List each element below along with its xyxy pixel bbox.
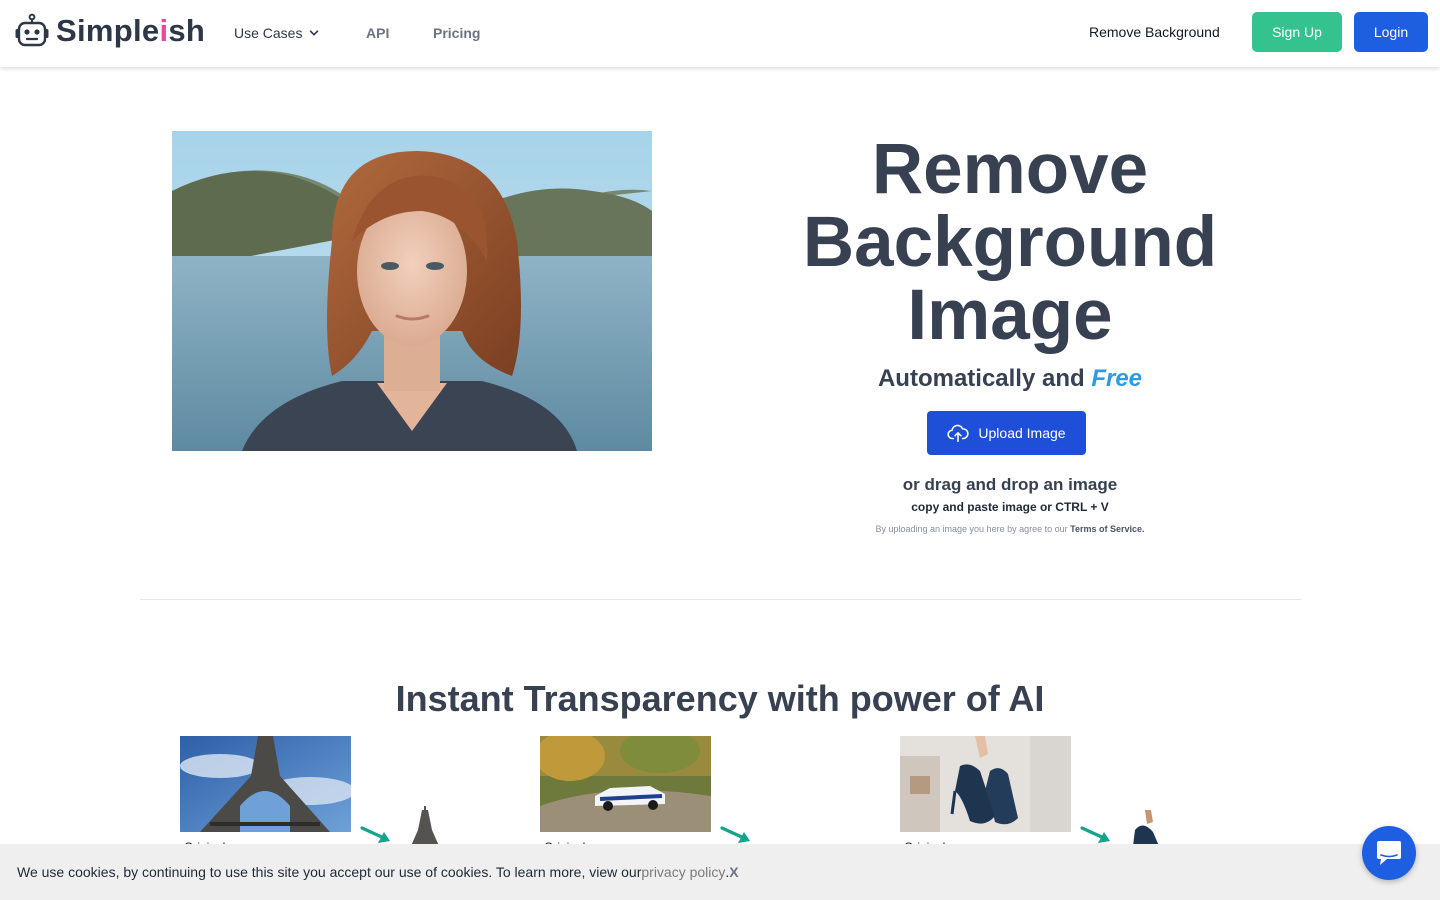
free-highlight: Free bbox=[1091, 365, 1143, 392]
arrow-right-icon bbox=[1080, 826, 1110, 843]
example-eiffel-result-image bbox=[411, 806, 439, 846]
upload-image-button[interactable]: Upload Image bbox=[927, 411, 1086, 455]
cookie-close-button[interactable]: X bbox=[729, 864, 738, 880]
chat-widget-button[interactable] bbox=[1362, 826, 1416, 880]
hero-title: Remove Background Image bbox=[802, 130, 1218, 355]
terms-of-service-link[interactable]: Terms of Service. bbox=[1070, 524, 1144, 534]
chevron-down-icon bbox=[310, 30, 319, 36]
cookie-text: We use cookies, by continuing to use thi… bbox=[17, 864, 642, 880]
drag-drop-text: or drag and drop an image bbox=[902, 475, 1118, 494]
cloud-upload-icon bbox=[947, 424, 970, 443]
example-eiffel-original-image bbox=[180, 736, 351, 832]
top-navbar: Simpleish Use Cases API Pricing Remove B… bbox=[0, 0, 1440, 67]
terms-notice: By uploading an image you here by agree … bbox=[875, 524, 1145, 534]
login-button[interactable]: Login bbox=[1354, 12, 1428, 52]
nav-use-cases-dropdown[interactable]: Use Cases bbox=[234, 25, 320, 41]
example-shoes-original-image bbox=[900, 736, 1071, 832]
sign-up-button[interactable]: Sign Up bbox=[1252, 12, 1342, 52]
hero-sample-photo bbox=[172, 131, 652, 451]
nav-remove-background-link[interactable]: Remove Background bbox=[1089, 24, 1220, 40]
arrow-right-icon bbox=[360, 826, 390, 843]
example-shoes-result-image bbox=[1133, 810, 1159, 846]
example-car-original-image bbox=[540, 736, 711, 832]
nav-use-cases-label: Use Cases bbox=[234, 25, 303, 41]
hero-subtitle: Automatically and Free bbox=[877, 365, 1143, 392]
nav-pricing-link[interactable]: Pricing bbox=[433, 25, 480, 41]
section-divider bbox=[140, 599, 1301, 600]
privacy-policy-link[interactable]: privacy policy bbox=[641, 864, 725, 880]
cookie-banner: We use cookies, by continuing to use thi… bbox=[0, 844, 1440, 900]
nav-api-link[interactable]: API bbox=[366, 25, 389, 41]
robot-logo-icon bbox=[15, 13, 49, 47]
section-title: Instant Transparency with power of AI bbox=[395, 678, 1045, 719]
paste-hint-text: copy and paste image or CTRL + V bbox=[911, 500, 1109, 514]
arrow-right-icon bbox=[720, 826, 750, 843]
upload-image-label: Upload Image bbox=[978, 425, 1066, 441]
logo[interactable]: Simpleish bbox=[14, 13, 205, 49]
chat-bubble-icon bbox=[1377, 841, 1401, 865]
page: Simpleish Use Cases API Pricing Remove B… bbox=[0, 0, 1440, 900]
logo-text: Simpleish bbox=[56, 13, 206, 48]
